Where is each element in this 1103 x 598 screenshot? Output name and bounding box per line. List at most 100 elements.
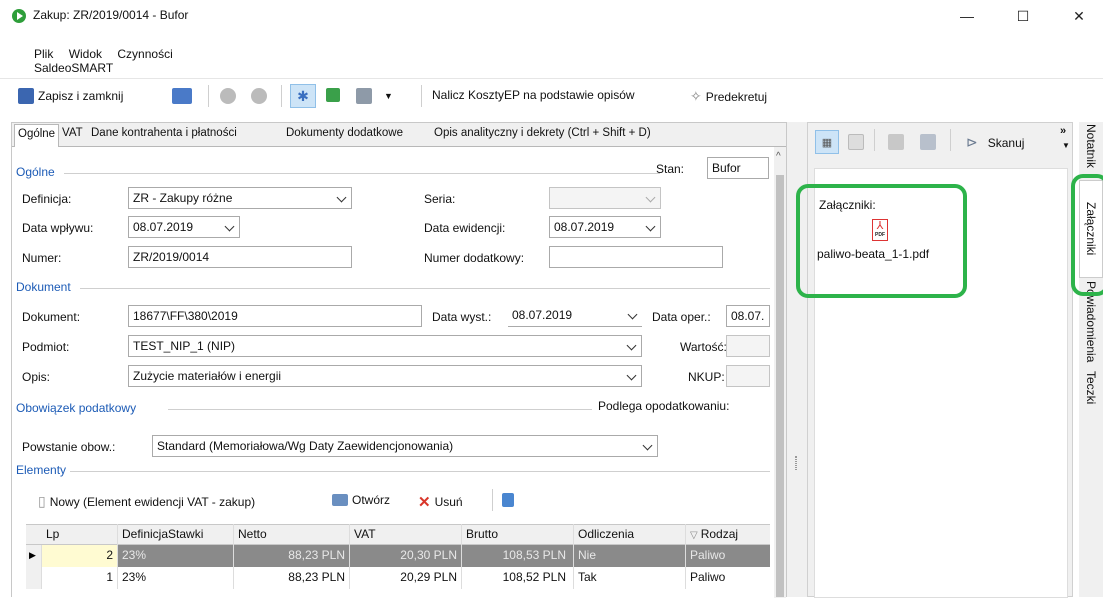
minimize-button[interactable]: —: [944, 4, 990, 28]
tab-ogolne[interactable]: Ogólne: [14, 124, 60, 148]
menu-plik[interactable]: Plik: [34, 47, 53, 61]
col-brutto[interactable]: Brutto: [462, 524, 574, 546]
arrow-left-icon: [220, 88, 236, 104]
toolbar: Zapisz i zamknij ✱ ▼ Nalicz KosztyEP na …: [0, 78, 1103, 112]
col-netto[interactable]: Netto: [234, 524, 350, 546]
section-dokument: Dokument: [16, 280, 71, 294]
tab-teczki[interactable]: Teczki: [1079, 366, 1103, 410]
cell-lp[interactable]: 1: [42, 567, 118, 589]
edit-icon: [502, 493, 514, 507]
tab-vat[interactable]: VAT: [62, 127, 83, 139]
section-elementy: Elementy: [16, 463, 67, 477]
edit-button[interactable]: [502, 493, 514, 507]
print-button[interactable]: ▼: [356, 88, 393, 104]
data-ewidencji-label: Data ewidencji:: [424, 221, 506, 235]
usun-button[interactable]: ✕ Usuń: [418, 493, 463, 511]
form-scrollbar[interactable]: ^: [774, 147, 786, 598]
wartosc-label: Wartość:: [680, 340, 727, 354]
app-icon: [12, 9, 26, 23]
tab-opis-analityczny[interactable]: Opis analityczny i dekrety (Ctrl + Shift…: [434, 127, 651, 139]
col-vat[interactable]: VAT: [350, 524, 462, 546]
print-dropdown-icon[interactable]: ▼: [384, 91, 393, 101]
cell-odliczenia[interactable]: Tak: [574, 567, 686, 589]
prev-button[interactable]: [220, 88, 236, 104]
tools-button[interactable]: ✱: [290, 84, 316, 108]
data-oper-field[interactable]: 08.07.: [726, 305, 770, 327]
general-form: Ogólne Stan: Bufor Definicja: ZR - Zakup…: [12, 147, 774, 598]
open-icon: [332, 494, 348, 506]
col-lp[interactable]: Lp: [42, 524, 118, 546]
data-wplywu-field[interactable]: 08.07.2019: [128, 216, 240, 238]
tab-dokumenty-dodatkowe[interactable]: Dokumenty dodatkowe: [286, 127, 403, 139]
cell-stawka[interactable]: 23%: [118, 545, 234, 567]
skanuj-button[interactable]: ⊳ Skanuj: [966, 134, 1024, 151]
stan-label: Stan:: [656, 162, 685, 176]
menu-czynnosci[interactable]: Czynności: [117, 47, 172, 61]
col-rodzaj[interactable]: ▽ Rodzaj: [686, 524, 770, 546]
numer-dodatkowy-field[interactable]: [549, 246, 723, 268]
cell-netto[interactable]: 88,23 PLN: [234, 545, 350, 567]
attachment-highlight: [796, 184, 967, 298]
opis-label: Opis:: [22, 370, 51, 384]
cell-brutto[interactable]: 108,52 PLN: [462, 567, 574, 589]
wand-icon: ✧: [690, 88, 702, 104]
refresh-button[interactable]: [326, 88, 340, 102]
col-definicja-stawki[interactable]: DefinicjaStawki: [118, 524, 234, 546]
seria-select[interactable]: [549, 187, 661, 209]
cell-rodzaj[interactable]: Paliwo: [686, 545, 770, 567]
cell-rodzaj[interactable]: Paliwo: [686, 567, 770, 589]
data-wyst-field[interactable]: 08.07.2019: [508, 305, 642, 327]
table-row[interactable]: 1 23% 88,23 PLN 20,29 PLN 108,52 PLN Tak…: [26, 567, 770, 589]
opis-select[interactable]: Zużycie materiałów i energii: [128, 365, 642, 387]
section-ogolne: Ogólne: [16, 165, 55, 179]
page-icon: [848, 134, 864, 150]
attachments-pane: ▦ ⊳ Skanuj » ▼ Załączniki: ⅄ PDF paliwo-…: [796, 122, 1073, 598]
form-button[interactable]: [888, 134, 904, 150]
powstanie-label: Powstanie obow.:: [22, 440, 116, 454]
dokument-field[interactable]: 18677\FF\380\2019: [128, 305, 422, 327]
podmiot-select[interactable]: TEST_NIP_1 (NIP): [128, 335, 642, 357]
next-button[interactable]: [251, 88, 267, 104]
floppy-icon: [172, 88, 192, 104]
maximize-button[interactable]: ☐: [1000, 4, 1046, 28]
toolbar-overflow-icon[interactable]: »: [1060, 125, 1066, 137]
dokument-label: Dokument:: [22, 310, 81, 324]
definicja-select[interactable]: ZR - Zakupy różne: [128, 187, 352, 209]
predekretuj-button[interactable]: ✧ Predekretuj: [690, 88, 767, 105]
table-row[interactable]: ▶ 2 23% 88,23 PLN 20,30 PLN 108,53 PLN N…: [26, 545, 770, 567]
numer-field[interactable]: ZR/2019/0014: [128, 246, 352, 268]
tab-highlight: [1071, 174, 1103, 296]
scroll-thumb[interactable]: [776, 175, 784, 597]
save-button[interactable]: [172, 88, 192, 104]
save-close-button[interactable]: Zapisz i zamknij: [18, 88, 123, 104]
col-odliczenia[interactable]: Odliczenia: [574, 524, 686, 546]
scroll-up-icon[interactable]: ^: [776, 151, 781, 162]
nowy-element-button[interactable]: ▯ Nowy (Element ewidencji VAT - zakup): [38, 493, 255, 510]
cell-vat[interactable]: 20,30 PLN: [350, 545, 462, 567]
powstanie-select[interactable]: Standard (Memoriałowa/Wg Daty Zaewidencj…: [152, 435, 658, 457]
tab-notatnik[interactable]: Notatnik: [1079, 122, 1103, 170]
attach-save-button[interactable]: [920, 134, 936, 150]
menu-saldeosmart[interactable]: SaldeoSMART: [34, 61, 113, 75]
filter-icon: ▽: [690, 530, 698, 541]
data-ewidencji-field[interactable]: 08.07.2019: [549, 216, 661, 238]
close-button[interactable]: ✕: [1056, 4, 1102, 28]
tab-strip: Ogólne VAT Dane kontrahenta i płatności …: [12, 123, 786, 148]
cell-stawka[interactable]: 23%: [118, 567, 234, 589]
nalicz-button[interactable]: Nalicz KosztyEP na podstawie opisów: [432, 88, 635, 102]
thumbnails-view-button[interactable]: ▦: [815, 130, 839, 154]
cell-odliczenia[interactable]: Nie: [574, 545, 686, 567]
refresh-icon: [326, 88, 340, 102]
page-button[interactable]: [848, 134, 864, 150]
cell-netto[interactable]: 88,23 PLN: [234, 567, 350, 589]
cell-vat[interactable]: 20,29 PLN: [350, 567, 462, 589]
cell-brutto[interactable]: 108,53 PLN: [462, 545, 574, 567]
title-bar: Zakup: ZR/2019/0014 - Bufor — ☐ ✕: [0, 0, 1103, 31]
menu-widok[interactable]: Widok: [69, 47, 102, 61]
stan-field: Bufor: [707, 157, 769, 179]
toolbar-dropdown-icon[interactable]: ▼: [1062, 141, 1070, 150]
cell-lp[interactable]: 2: [42, 545, 118, 567]
menu-bar: Plik Widok Czynności SaldeoSMART: [18, 47, 263, 75]
tab-dane-kontrahenta[interactable]: Dane kontrahenta i płatności: [91, 127, 237, 139]
otworz-button[interactable]: Otwórz: [332, 493, 390, 507]
